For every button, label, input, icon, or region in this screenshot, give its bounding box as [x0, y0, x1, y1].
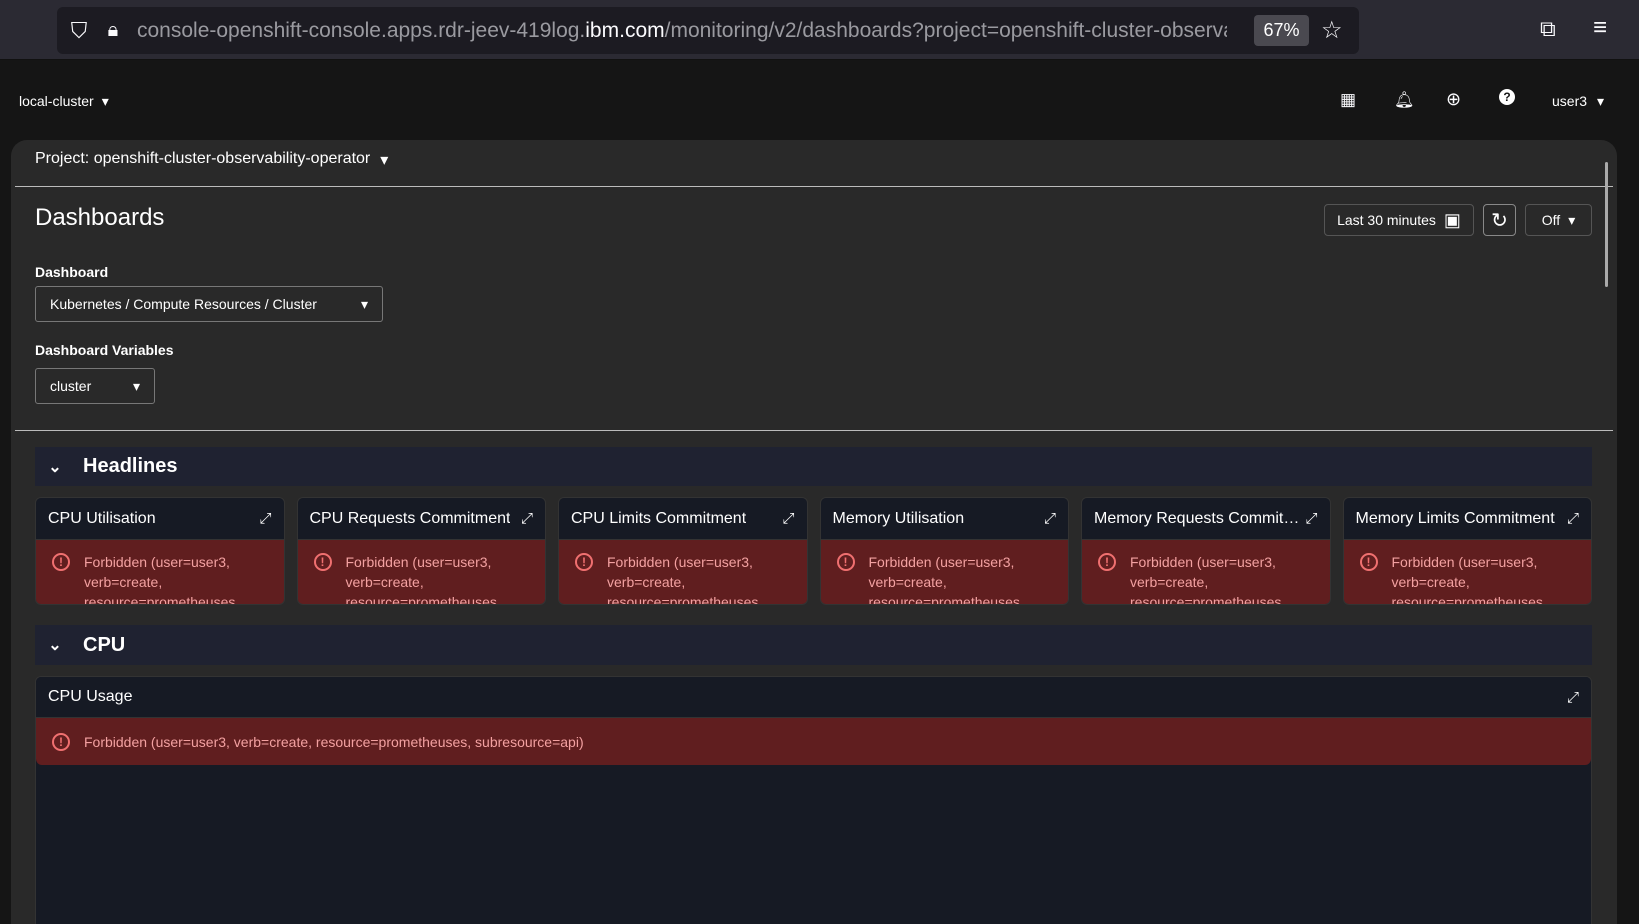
- dashboard-select[interactable]: Kubernetes / Compute Resources / Cluster…: [35, 286, 383, 322]
- main-panel: Project: openshift-cluster-observability…: [11, 140, 1617, 924]
- expand-icon[interactable]: ⤢: [1044, 510, 1056, 527]
- error-icon: !: [52, 553, 70, 571]
- card-title: CPU Usage: [48, 688, 133, 705]
- expand-icon[interactable]: ⤢: [1567, 510, 1579, 527]
- cluster-name: local-cluster: [19, 93, 94, 109]
- error-message: Forbidden (user=user3, verb=create, reso…: [345, 554, 501, 605]
- expand-icon[interactable]: ⤢: [259, 510, 271, 527]
- dashboard-value: Kubernetes / Compute Resources / Cluster: [50, 296, 317, 312]
- card-title: CPU Requests Commitment: [309, 509, 511, 527]
- section-title: CPU: [83, 633, 126, 656]
- error-icon: !: [313, 553, 332, 571]
- menu-icon[interactable]: ≡: [1593, 14, 1607, 42]
- expand-icon[interactable]: ⤢: [782, 510, 794, 527]
- error-message: Forbidden (user=user3, verb=create, reso…: [84, 733, 584, 750]
- expand-icon[interactable]: ⤢: [1567, 689, 1579, 706]
- cluster-variable-select[interactable]: cluster ▾: [35, 368, 155, 404]
- url-text[interactable]: console-openshift-console.apps.rdr-jeev-…: [137, 19, 1227, 43]
- cluster-variable-value: cluster: [50, 378, 92, 394]
- refresh-interval-value: Off: [1541, 212, 1561, 228]
- time-range-label: Last 30 minutes: [1337, 212, 1436, 228]
- time-range-button[interactable]: Last 30 minutes ▣: [1324, 204, 1474, 236]
- url-prefix: console-openshift-console.apps.rdr-jeev-…: [137, 18, 586, 42]
- shield-icon[interactable]: ⛉: [67, 18, 91, 44]
- error-message: Forbidden (user=user3, verb=create, reso…: [868, 554, 1024, 605]
- scrollbar[interactable]: [1605, 162, 1608, 287]
- chevron-down-icon[interactable]: ⌄: [35, 457, 75, 477]
- section-headlines-header[interactable]: ⌄ Headlines: [35, 447, 1592, 486]
- page-title: Dashboards: [35, 204, 165, 231]
- dashboard-variables-label: Dashboard Variables: [35, 342, 174, 358]
- card-title: Memory Requests Commitment: [1094, 509, 1306, 527]
- error-icon: !: [1098, 553, 1116, 571]
- panel-card-memory-utilisation: Memory Utilisation ⤢! Forbidden (user=user…: [819, 497, 1069, 605]
- address-bar[interactable]: ⛉ 🔒︎ console-openshift-console.apps.rdr-…: [57, 7, 1359, 54]
- caret-down-icon: ▾: [1568, 211, 1576, 228]
- refresh-interval-dropdown[interactable]: Off ▾: [1525, 204, 1592, 236]
- panel-card-memory-requests: Memory Requests Commitment ⤢! Forbidden (u…: [1081, 497, 1331, 605]
- caret-down-icon: ▾: [380, 152, 389, 169]
- user-name: user3: [1552, 93, 1588, 109]
- plus-circle-icon[interactable]: ⊕: [1446, 89, 1461, 110]
- app-launcher-icon[interactable]: ▦: [1340, 90, 1356, 110]
- panel-card-cpu-requests: CPU Requests Commitment ⤢! Forbidden (user…: [296, 497, 546, 605]
- expand-icon[interactable]: ⤢: [1305, 510, 1317, 527]
- caret-down-icon: ▾: [1597, 93, 1605, 109]
- lock-warning-icon[interactable]: 🔒︎: [101, 19, 125, 42]
- error-icon: !: [575, 553, 593, 571]
- user-menu[interactable]: user3 ▾: [1552, 93, 1604, 110]
- divider: [15, 430, 1613, 431]
- card-title: CPU Utilisation: [48, 509, 156, 527]
- error-message: Forbidden (user=user3, verb=create, reso…: [607, 554, 763, 605]
- error-message: Forbidden (user=user3, verb=create, reso…: [1391, 554, 1547, 605]
- calendar-icon: ▣: [1443, 209, 1461, 230]
- panel-card-cpu-usage: CPU Usage ⤢ ! Forbidden (user=user3, verb=…: [35, 676, 1592, 924]
- caret-down-icon: ▾: [132, 377, 140, 394]
- error-icon: !: [1359, 553, 1378, 571]
- extensions-icon[interactable]: ⧉: [1540, 16, 1556, 42]
- chevron-down-icon[interactable]: ⌄: [35, 635, 75, 655]
- project-label: Project: openshift-cluster-observability…: [35, 150, 371, 167]
- masthead: local-cluster ▾ ▦ 🔔︎ ⊕ ? user3 ▾: [0, 60, 1639, 140]
- section-cpu-header[interactable]: ⌄ CPU: [35, 625, 1592, 665]
- error-message: Forbidden (user=user3, verb=create, reso…: [1130, 554, 1286, 605]
- divider: [15, 186, 1613, 187]
- expand-icon[interactable]: ⤢: [521, 510, 533, 527]
- help-icon[interactable]: ?: [1499, 89, 1515, 105]
- browser-toolbar: ⛉ 🔒︎ console-openshift-console.apps.rdr-…: [0, 0, 1639, 60]
- url-suffix: /monitoring/v2/dashboards?project=opensh…: [664, 18, 1227, 42]
- card-title: Memory Utilisation: [832, 509, 965, 527]
- error-icon: !: [52, 732, 70, 751]
- card-title: Memory Limits Commitment: [1355, 509, 1555, 527]
- caret-down-icon: ▾: [101, 93, 109, 109]
- panel-card-cpu-utilisation: CPU Utilisation ⤢! Forbidden (user=user3, …: [35, 497, 285, 605]
- project-selector[interactable]: Project: openshift-cluster-observability…: [35, 150, 388, 170]
- section-title: Headlines: [83, 455, 178, 477]
- error-message: Forbidden (user=user3, verb=create, reso…: [84, 554, 240, 605]
- star-icon[interactable]: ☆: [1321, 16, 1343, 45]
- card-title: CPU Limits Commitment: [571, 509, 747, 527]
- zoom-level-button[interactable]: 67%: [1254, 15, 1309, 46]
- error-icon: !: [836, 553, 855, 571]
- caret-down-icon: ▾: [360, 295, 368, 312]
- headlines-cards: CPU Utilisation ⤢! Forbidden (user=user3, …: [35, 497, 1592, 605]
- dashboard-label: Dashboard: [35, 264, 109, 280]
- refresh-icon: ↻: [1491, 209, 1508, 232]
- panel-card-memory-limits: Memory Limits Commitment ⤢! Forbidden (use…: [1342, 497, 1592, 605]
- bell-icon[interactable]: 🔔︎: [1394, 90, 1414, 110]
- url-domain: ibm.com: [585, 18, 665, 42]
- panel-card-cpu-limits: CPU Limits Commitment ⤢! Forbidden (user=u…: [558, 497, 808, 605]
- refresh-button[interactable]: ↻: [1483, 204, 1516, 236]
- cluster-selector[interactable]: local-cluster ▾: [19, 93, 109, 110]
